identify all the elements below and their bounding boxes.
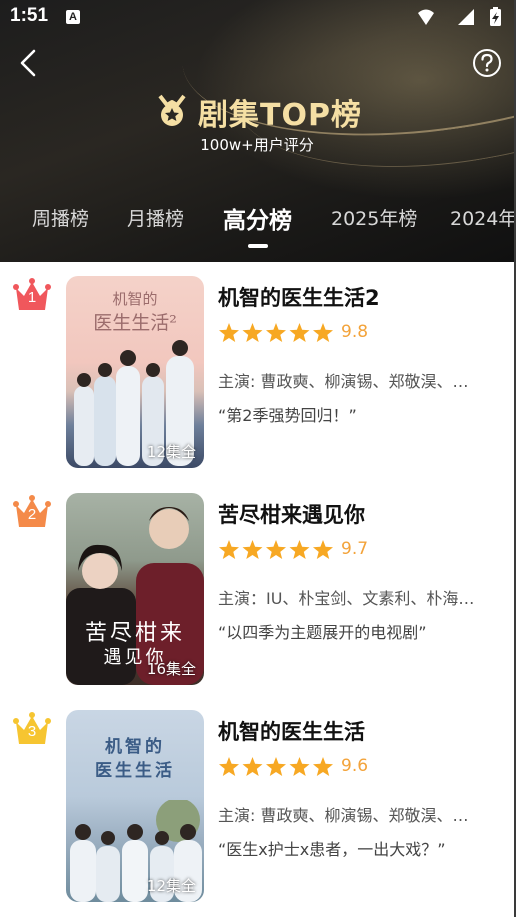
star-icon	[266, 540, 286, 559]
poster-title-line1: 机智的	[105, 737, 165, 757]
rank-number: 3	[27, 723, 37, 740]
wifi-icon	[418, 9, 434, 25]
star-icon	[289, 540, 310, 559]
rating-score: 9.8	[341, 322, 369, 342]
tagline-text: “医生x护士x患者，一出大戏？”	[218, 840, 446, 859]
medal-icon	[158, 94, 186, 126]
poster-image[interactable]: 机智的 医生生活 12集全	[66, 710, 204, 902]
list-item[interactable]: 3 机智的 医生生活 12集全 机智的医生生活 9.6 主演: 曹政奭、柳演锡、…	[0, 696, 514, 902]
star-icon	[289, 323, 310, 342]
star-icon	[219, 540, 239, 559]
rating-score: 9.7	[341, 539, 369, 559]
star-icon	[313, 540, 333, 559]
tab-monthly[interactable]: 月播榜	[127, 204, 184, 231]
poster-title-line1: 机智的	[112, 290, 158, 308]
poster-title-line2: 医生生活	[95, 761, 175, 781]
cast-text: 主演：IU、朴宝剑、文素利、朴海…	[218, 589, 475, 608]
star-icon	[266, 323, 286, 342]
star-icon	[289, 757, 310, 776]
rating-score: 9.6	[341, 756, 369, 776]
star-icon	[242, 540, 263, 559]
status-bar: 1:51 A	[0, 0, 514, 34]
title-row: 剧集TOP榜	[0, 90, 514, 134]
notification-icon: A	[66, 10, 80, 24]
poster-image[interactable]: 机智的 医生生活² 12集全	[66, 276, 204, 468]
episode-count: 12集全	[146, 443, 196, 461]
rank-number: 1	[27, 289, 37, 306]
tab-indicator	[248, 244, 268, 248]
list-item[interactable]: 2 苦尽柑来 遇见你 16集全 苦尽柑来遇见你 9.7 主演：IU、朴宝剑、文素…	[0, 479, 514, 685]
poster-image[interactable]: 苦尽柑来 遇见你 16集全	[66, 493, 204, 685]
page-subtitle: 100w+用户评分	[200, 136, 314, 154]
system-icons	[418, 7, 501, 26]
show-title[interactable]: 苦尽柑来遇见你	[218, 499, 365, 529]
page-title: 剧集TOP榜	[198, 98, 362, 133]
rating-stars	[219, 540, 333, 559]
battery-icon	[490, 7, 501, 26]
tab-weekly[interactable]: 周播榜	[32, 204, 89, 231]
star-icon	[242, 323, 263, 342]
back-icon[interactable]	[14, 46, 44, 80]
signal-icon	[458, 9, 474, 25]
show-title[interactable]: 机智的医生生活	[218, 716, 365, 746]
star-icon	[219, 757, 239, 776]
star-icon	[313, 757, 333, 776]
rating-stars	[219, 323, 333, 342]
list-item[interactable]: 1 机智的 医生生活² 12集全 机智的医生生活2 9.8 主演: 曹政奭、柳演…	[0, 262, 514, 468]
help-icon[interactable]	[472, 48, 502, 78]
star-icon	[242, 757, 263, 776]
rating-stars	[219, 757, 333, 776]
tagline-text: “以四季为主题展开的电视剧”	[218, 623, 427, 642]
poster-title-line2: 医生生活²	[93, 312, 177, 334]
tab-top-rated[interactable]: 高分榜	[223, 201, 292, 235]
star-icon	[313, 323, 333, 342]
cast-text: 主演: 曹政奭、柳演锡、郑敬淏、…	[218, 806, 469, 825]
status-time: 1:51	[10, 5, 49, 26]
star-icon	[266, 757, 286, 776]
cast-text: 主演: 曹政奭、柳演锡、郑敬淏、…	[218, 372, 469, 391]
header: 1:51 A 剧集TOP榜 100w+用户评分 周播榜 月播榜 高分榜 2025…	[0, 0, 514, 262]
tab-bar: 周播榜 月播榜 高分榜 2025年榜 2024年榜	[0, 204, 514, 244]
screen: 1:51 A 剧集TOP榜 100w+用户评分 周播榜 月播榜 高分榜 2025…	[0, 0, 514, 917]
tab-2025[interactable]: 2025年榜	[331, 204, 417, 231]
show-title[interactable]: 机智的医生生活2	[218, 282, 380, 312]
episode-count: 12集全	[146, 877, 196, 895]
tagline-text: “第2季强势回归！”	[218, 406, 357, 425]
rank-number: 2	[27, 506, 37, 523]
tab-2024[interactable]: 2024年榜	[450, 204, 514, 231]
ranking-list: 1 机智的 医生生活² 12集全 机智的医生生活2 9.8 主演: 曹政奭、柳演…	[0, 262, 514, 917]
episode-count: 16集全	[146, 660, 196, 678]
star-icon	[219, 323, 239, 342]
